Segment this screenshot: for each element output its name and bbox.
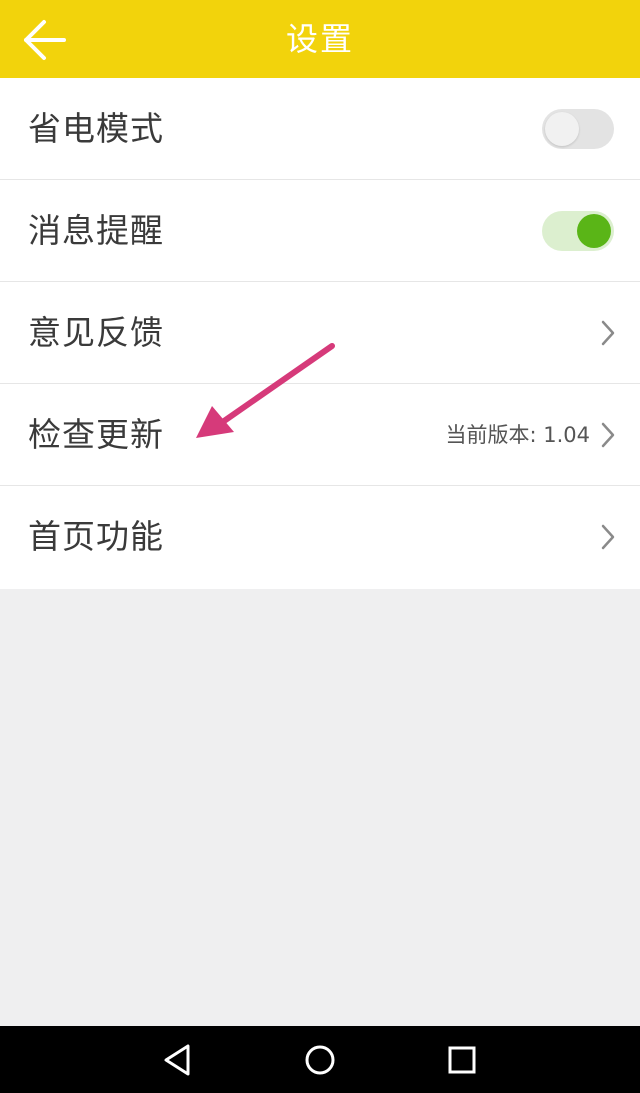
square-recents-icon: [448, 1046, 476, 1074]
nav-home-button[interactable]: [300, 1040, 340, 1080]
nav-back-button[interactable]: [158, 1040, 198, 1080]
setting-row-power-saving[interactable]: 省电模式: [0, 78, 640, 180]
nav-recents-button[interactable]: [442, 1040, 482, 1080]
page-title: 设置: [285, 20, 354, 58]
setting-label-notifications: 消息提醒: [28, 211, 164, 250]
triangle-back-icon: [164, 1044, 190, 1076]
chevron-right-icon: [601, 524, 615, 550]
chevron-right-icon: [601, 320, 615, 346]
setting-label-feedback: 意见反馈: [28, 313, 164, 352]
setting-label-power-saving: 省电模式: [28, 109, 164, 148]
current-version-text: 当前版本: 1.04: [445, 423, 590, 447]
top-app-bar: 设置: [0, 0, 640, 78]
setting-row-check-update[interactable]: 检查更新 当前版本: 1.04: [0, 384, 640, 486]
system-navigation-bar: [0, 1026, 640, 1093]
setting-row-home-features[interactable]: 首页功能: [0, 486, 640, 589]
circle-home-icon: [305, 1045, 335, 1075]
setting-label-check-update: 检查更新: [28, 415, 164, 454]
setting-row-feedback[interactable]: 意见反馈: [0, 282, 640, 384]
toggle-knob: [545, 112, 579, 146]
setting-row-notifications[interactable]: 消息提醒: [0, 180, 640, 282]
power-saving-toggle[interactable]: [542, 109, 614, 149]
settings-list: 省电模式 消息提醒 意见反馈 检查更新 当前版本: 1.04 首页功能: [0, 78, 640, 589]
notifications-toggle[interactable]: [542, 211, 614, 251]
arrow-left-icon: [24, 20, 66, 60]
settings-screen: 设置 省电模式 消息提醒 意见反馈 检查更新 当前版本: 1.04 首页功能: [0, 0, 640, 1093]
setting-label-home-features: 首页功能: [28, 517, 164, 556]
back-button[interactable]: [14, 12, 74, 68]
chevron-right-icon: [601, 422, 615, 448]
toggle-knob: [577, 214, 611, 248]
